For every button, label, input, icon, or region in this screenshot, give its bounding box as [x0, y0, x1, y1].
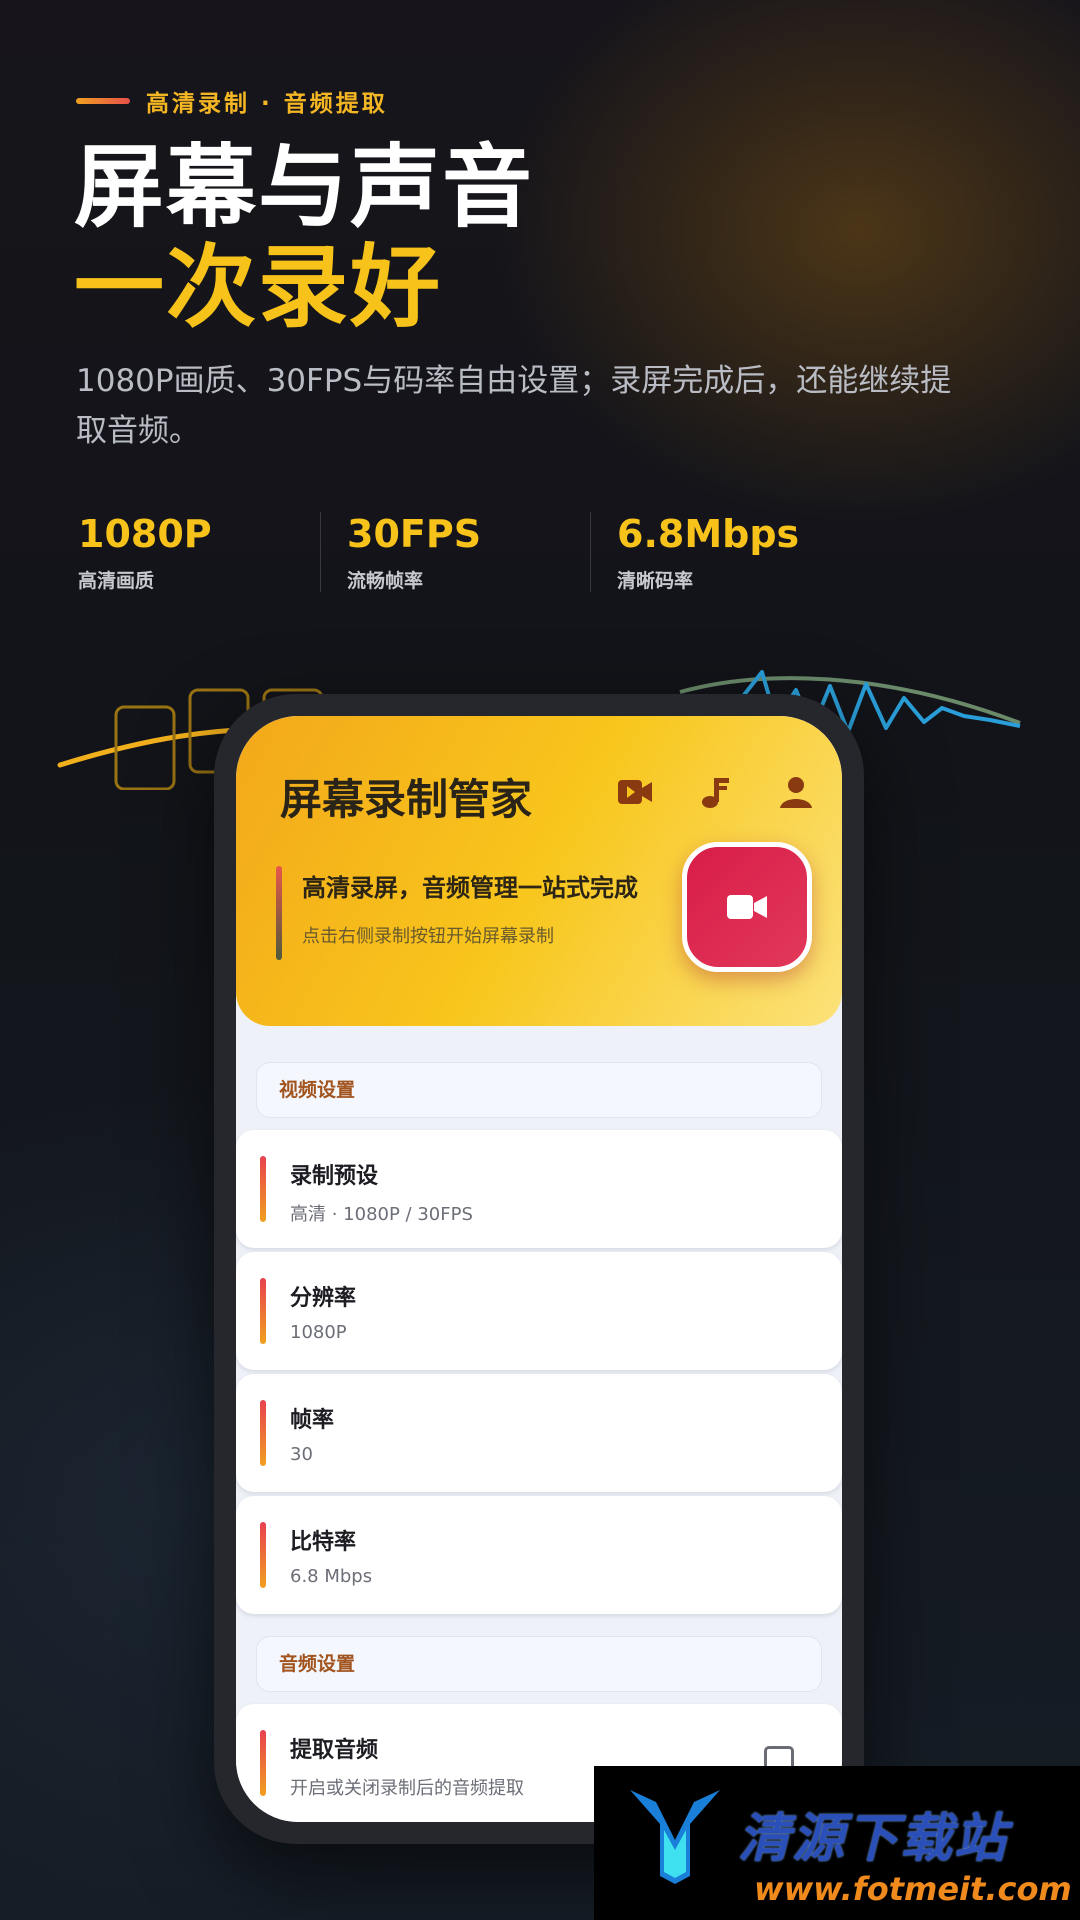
tagline: 高清录制 · 音频提取 [76, 84, 388, 118]
setting-framerate[interactable]: 帧率 30 [236, 1374, 842, 1492]
stat-label: 流畅帧率 [347, 570, 424, 592]
record-button[interactable] [682, 842, 812, 972]
hero-title: 高清录屏，音频管理一站式完成 [302, 874, 638, 902]
phone-mockup: 屏幕录制管家 高清录屏，音频管理一站式完成 点击右侧录制按钮开始屏幕录制 视频设… [214, 694, 864, 1844]
tagline-text: 高清录制 · 音频提取 [146, 91, 388, 117]
setting-value: 高清 · 1080P / 30FPS [290, 1204, 473, 1225]
site-watermark: 清源下载站 www.fotmeit.com [594, 1766, 1080, 1920]
person-icon[interactable] [776, 772, 816, 812]
app-header: 屏幕录制管家 高清录屏，音频管理一站式完成 点击右侧录制按钮开始屏幕录制 [236, 716, 842, 1026]
video-icon[interactable] [614, 772, 654, 812]
stat-label: 清晰码率 [617, 570, 694, 592]
hero-accent-bar [276, 866, 282, 960]
headline: 屏幕与声音 一次录好 [74, 138, 534, 338]
setting-title: 提取音频 [290, 1738, 379, 1763]
promo-description: 1080P画质、30FPS与码率自由设置；录屏完成后，还能继续提取音频。 [76, 363, 952, 449]
watermark-name: 清源下载站 [738, 1809, 1009, 1869]
card-accent-bar [260, 1400, 266, 1466]
watermark-logo [630, 1790, 720, 1884]
setting-value: 开启或关闭录制后的音频提取 [290, 1778, 524, 1799]
card-accent-bar [260, 1156, 266, 1222]
stats-row: 1080P 高清画质 30FPS 流畅帧率 6.8Mbps 清晰码率 [76, 512, 860, 592]
setting-value: 1080P [290, 1322, 347, 1343]
video-settings-header: 视频设置 [256, 1062, 822, 1118]
setting-title: 分辨率 [290, 1286, 357, 1311]
tagline-accent-bar [76, 98, 130, 104]
stat-value: 30FPS [347, 512, 482, 556]
card-accent-bar [260, 1730, 266, 1796]
stat-framerate: 30FPS 流畅帧率 [320, 512, 590, 592]
setting-bitrate[interactable]: 比特率 6.8 Mbps [236, 1496, 842, 1614]
hero-subtitle: 点击右侧录制按钮开始屏幕录制 [302, 926, 554, 947]
setting-recording-preset[interactable]: 录制预设 高清 · 1080P / 30FPS [236, 1130, 842, 1248]
headline-line-2: 一次录好 [74, 235, 442, 340]
music-note-icon[interactable] [694, 772, 734, 812]
stat-resolution: 1080P 高清画质 [76, 512, 320, 592]
stat-value: 6.8Mbps [617, 512, 800, 556]
stat-value: 1080P [78, 512, 212, 556]
video-camera-icon [727, 895, 767, 919]
app-title: 屏幕录制管家 [280, 775, 533, 824]
watermark-url: www.fotmeit.com [754, 1870, 1072, 1908]
setting-value: 30 [290, 1444, 313, 1465]
stat-bitrate: 6.8Mbps 清晰码率 [590, 512, 860, 592]
setting-title: 录制预设 [290, 1164, 379, 1189]
setting-resolution[interactable]: 分辨率 1080P [236, 1252, 842, 1370]
stat-label: 高清画质 [78, 570, 155, 592]
setting-value: 6.8 Mbps [290, 1566, 373, 1587]
headline-line-1: 屏幕与声音 [74, 135, 534, 240]
phone-screen: 屏幕录制管家 高清录屏，音频管理一站式完成 点击右侧录制按钮开始屏幕录制 视频设… [236, 716, 842, 1822]
audio-settings-header: 音频设置 [256, 1636, 822, 1692]
setting-title: 比特率 [290, 1530, 357, 1555]
setting-title: 帧率 [290, 1408, 335, 1433]
card-accent-bar [260, 1522, 266, 1588]
card-accent-bar [260, 1278, 266, 1344]
